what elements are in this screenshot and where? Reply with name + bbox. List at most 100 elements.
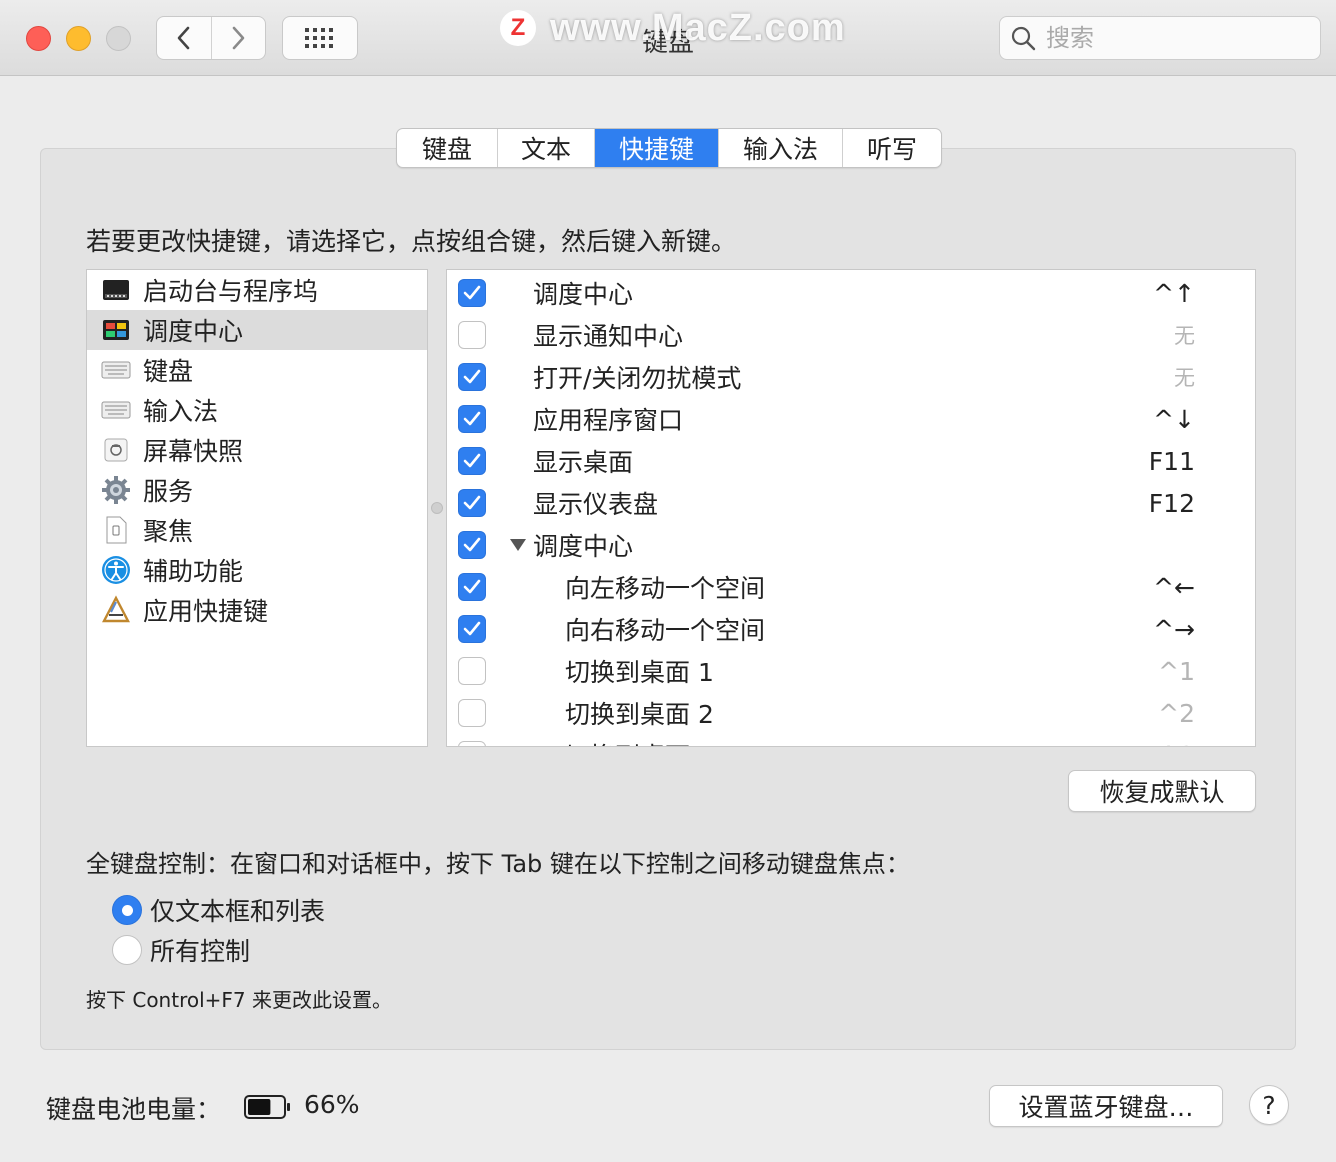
shortcut-row[interactable]: 显示仪表盘 F12 [447,482,1255,524]
shortcut-key[interactable]: 无 [1174,320,1195,350]
tab-keyboard[interactable]: 键盘 [397,129,497,167]
radio-button[interactable] [112,935,142,965]
category-label: 辅助功能 [143,557,244,586]
gear-icon [101,476,131,504]
shortcut-key[interactable]: ^→ [1153,615,1195,644]
shortcut-key[interactable]: ^2 [1158,699,1195,728]
keyboard-battery-label: 键盘电池电量： [46,1095,222,1124]
tab-text[interactable]: 文本 [497,129,594,167]
radio-all-controls[interactable]: 所有控制 [112,932,250,968]
category-item-mission-control[interactable]: 调度中心 [87,310,427,350]
shortcut-label: 打开/关闭勿扰模式 [533,364,742,393]
radio-text-boxes-lists[interactable]: 仅文本框和列表 [112,892,325,928]
shortcut-row[interactable]: 显示通知中心 无 [447,314,1255,356]
shortcut-checkbox[interactable] [458,489,486,517]
checkmark-icon [463,621,481,636]
full-keyboard-access-label: 全键盘控制：在窗口和对话框中，按下 Tab 键在以下控制之间移动键盘焦点： [86,850,910,878]
shortcut-key[interactable]: ^1 [1158,657,1195,686]
keyboard-battery-percent: 66% [304,1090,360,1119]
full-keyboard-access-hint: 按下 Control+F7 来更改此设置。 [86,988,392,1012]
category-label: 调度中心 [143,317,244,346]
shortcut-checkbox[interactable] [458,447,486,475]
disclosure-triangle-icon[interactable] [509,538,527,552]
shortcut-checkbox[interactable] [458,699,486,727]
shortcut-row[interactable]: 切换到桌面 2 ^2 [447,692,1255,734]
shortcut-label: 应用程序窗口 [533,406,684,435]
shortcut-label: 切换到桌面 3 [565,737,714,746]
screenshot-icon [101,436,131,464]
category-item-app-shortcuts[interactable]: 应用快捷键 [87,590,427,630]
shortcut-row[interactable]: 应用程序窗口 ^↓ [447,398,1255,440]
shortcut-group-row[interactable]: 调度中心 [447,524,1255,566]
category-label: 屏幕快照 [143,437,244,466]
shortcut-key[interactable]: ^← [1153,573,1195,602]
shortcut-key[interactable]: ^3 [1158,741,1195,747]
checkmark-icon [463,579,481,594]
shortcut-label: 显示通知中心 [533,322,684,351]
category-list[interactable]: 启动台与程序坞 调度中心 键盘 输入法 屏幕快照 服务 聚焦 辅助功能 应用快捷… [86,269,428,747]
shortcut-label: 调度中心 [533,280,634,309]
split-view-divider[interactable] [431,502,443,514]
shortcut-checkbox[interactable] [458,405,486,433]
shortcut-checkbox[interactable] [458,615,486,643]
shortcut-label: 显示桌面 [533,448,634,477]
shortcut-key[interactable]: ^↓ [1153,405,1195,434]
shortcut-checkbox[interactable] [458,531,486,559]
category-label: 输入法 [143,397,219,426]
shortcut-key[interactable]: F11 [1149,447,1195,476]
shortcut-list[interactable]: 调度中心 ^↑ 显示通知中心 无 打开/关闭勿扰模式 无 应用程序窗口 ^↓ 显… [446,269,1256,747]
shortcut-checkbox[interactable] [458,657,486,685]
shortcut-label: 向右移动一个空间 [565,616,766,645]
shortcut-row[interactable]: 向右移动一个空间 ^→ [447,608,1255,650]
shortcut-key[interactable]: ^↑ [1153,279,1195,308]
shortcut-row[interactable]: 向左移动一个空间 ^← [447,566,1255,608]
shortcut-checkbox[interactable] [458,279,486,307]
shortcut-checkbox[interactable] [458,321,486,349]
app-shortcuts-icon [101,595,131,624]
launchpad-dock-icon [101,276,131,304]
shortcut-instruction: 若要更改快捷键，请选择它，点按组合键，然后键入新键。 [86,227,737,256]
shortcut-row[interactable]: 切换到桌面 1 ^1 [447,650,1255,692]
tab-shortcuts[interactable]: 快捷键 [594,129,718,167]
battery-icon [244,1095,290,1119]
help-button[interactable]: ? [1249,1085,1289,1125]
tab-dictation[interactable]: 听写 [842,129,941,167]
search-field[interactable] [999,16,1321,60]
category-item-accessibility[interactable]: 辅助功能 [87,550,427,590]
watermark-text: www.MacZ.com [550,6,846,49]
tab-input-sources[interactable]: 输入法 [718,129,842,167]
shortcut-checkbox[interactable] [458,573,486,601]
checkmark-icon [463,411,481,426]
checkmark-icon [463,453,481,468]
shortcut-checkbox[interactable] [458,741,486,746]
checkmark-icon [463,495,481,510]
radio-label: 所有控制 [150,937,251,966]
setup-bluetooth-keyboard-button[interactable]: 设置蓝牙键盘… [989,1085,1223,1127]
category-item-launchpad-dock[interactable]: 启动台与程序坞 [87,270,427,310]
checkmark-icon [463,537,481,552]
category-label: 服务 [143,477,194,506]
shortcut-label: 向左移动一个空间 [565,574,766,603]
shortcut-checkbox[interactable] [458,363,486,391]
shortcut-row[interactable]: 切换到桌面 3 ^3 [447,734,1255,747]
category-item-services[interactable]: 服务 [87,470,427,510]
search-input[interactable] [1044,23,1304,53]
battery-level-fill [248,1099,271,1115]
category-item-spotlight[interactable]: 聚焦 [87,510,427,550]
shortcut-key[interactable]: F12 [1149,489,1195,518]
shortcut-row[interactable]: 打开/关闭勿扰模式 无 [447,356,1255,398]
restore-defaults-button[interactable]: 恢复成默认 [1068,770,1256,812]
category-label: 应用快捷键 [143,597,269,626]
category-item-keyboard[interactable]: 键盘 [87,350,427,390]
title-bar: 键盘 Z www.MacZ.com [0,0,1336,76]
shortcut-row[interactable]: 调度中心 ^↑ [447,272,1255,314]
keyboard-icon [101,356,131,384]
input-source-keyboard-icon [101,396,131,424]
radio-button[interactable] [112,895,142,925]
spotlight-document-icon [101,516,131,544]
shortcut-key[interactable]: 无 [1174,362,1195,392]
category-item-screenshots[interactable]: 屏幕快照 [87,430,427,470]
shortcut-row[interactable]: 显示桌面 F11 [447,440,1255,482]
category-label: 聚焦 [143,517,194,546]
category-item-input-sources[interactable]: 输入法 [87,390,427,430]
